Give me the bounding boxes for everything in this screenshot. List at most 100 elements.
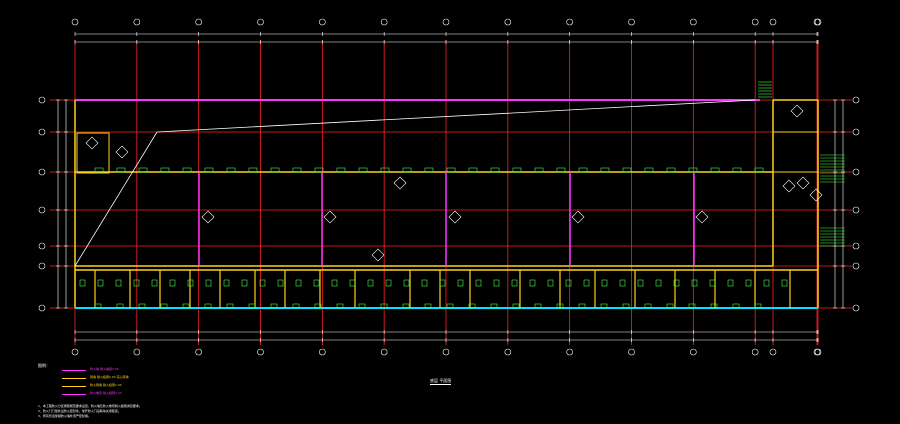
axis-bubble: [195, 348, 202, 356]
axis-bubble: [380, 18, 388, 26]
axis-bubble: [769, 348, 777, 356]
axis-bubble: [690, 18, 697, 26]
equipment-mark: [205, 279, 212, 287]
equipment-mark: [511, 279, 518, 287]
axis-bubble: [257, 18, 264, 26]
fire-door-tag: [393, 176, 407, 190]
plan-title: 底层 平面图: [430, 378, 452, 385]
axis-bubble: [852, 96, 860, 104]
axis-bubble: [71, 18, 79, 26]
equipment-mark: [241, 279, 248, 287]
legend-item: 防火卷帘 耐火极限3.0h: [62, 391, 222, 397]
axis-bubble: [566, 348, 573, 356]
axis-bubble: [751, 18, 759, 26]
axis-bubble: [38, 206, 46, 214]
equipment-mark: [727, 279, 734, 287]
legend-item-label: 隔墙 耐火极限2.0h 实心砖墙: [90, 375, 129, 379]
legend-swatch: [62, 370, 86, 371]
equipment-mark: [367, 279, 374, 287]
floor-plan-drawing: [38, 18, 860, 356]
equipment-mark: [565, 279, 572, 287]
axis-bubble: [769, 18, 777, 26]
fire-door-tag: [782, 179, 796, 193]
equipment-mark: [457, 279, 464, 287]
equipment-mark: [79, 279, 86, 287]
legend-item-label: 防火卷帘 耐火极限3.0h: [90, 391, 122, 395]
equipment-mark: [781, 279, 788, 287]
axis-bubble: [852, 168, 860, 176]
axis-bubble: [38, 304, 46, 312]
legend-swatch: [62, 378, 86, 379]
axis-bubble: [133, 18, 141, 26]
equipment-mark: [97, 279, 104, 287]
axis-bubble: [257, 348, 264, 356]
axis-bubble: [504, 18, 512, 26]
axis-bubble: [38, 96, 46, 104]
axis-bubble: [195, 18, 202, 26]
equipment-mark: [691, 279, 698, 287]
equipment-mark: [151, 279, 158, 287]
fire-door-tag: [796, 176, 810, 190]
equipment-mark: [421, 279, 428, 287]
equipment-mark: [331, 279, 338, 287]
equipment-mark: [313, 279, 320, 287]
note-line: 3、所有管道穿越防火墙处须严密封堵。: [38, 414, 91, 418]
fire-door-tag: [85, 136, 99, 150]
equipment-mark: [115, 279, 122, 287]
enclosure: [76, 132, 110, 174]
fire-door-tag: [448, 210, 462, 224]
axis-bubble: [852, 206, 860, 214]
legend-item: 防火隔墙 耐火极限1.0h: [62, 383, 222, 389]
equipment-mark: [529, 279, 536, 287]
axis-bubble: [38, 242, 46, 250]
equipment-mark: [403, 279, 410, 287]
axis-bubble: [566, 18, 573, 26]
axis-bubble: [751, 348, 759, 356]
axis-bubble: [852, 262, 860, 270]
equipment-mark: [637, 279, 644, 287]
note-line: 2、防火门门缝处设防火密封条，常开防火门设联动关闭装置。: [38, 409, 121, 413]
axis-bubble: [690, 348, 697, 356]
axis-bubble: [319, 18, 326, 26]
fire-door-tag: [323, 210, 337, 224]
axis-bubble: [38, 262, 46, 270]
fire-door-tag: [571, 210, 585, 224]
equipment-mark: [277, 279, 284, 287]
note-line: 1、本工程防火分区按照规范要求设置，防火墙及防火卷帘耐火极限满足要求。: [38, 404, 142, 408]
fire-door-tag: [115, 145, 129, 159]
axis-bubble: [628, 348, 635, 356]
legend-item-label: 防火墙 耐火等级3.0h: [90, 367, 119, 371]
equipment-mark: [655, 279, 662, 287]
equipment-mark: [709, 279, 716, 287]
legend-swatch: [62, 394, 86, 395]
enclosure: [772, 131, 819, 173]
equipment-mark: [547, 279, 554, 287]
equipment-mark: [763, 279, 770, 287]
ramp-line: [156, 99, 756, 133]
axis-bubble: [442, 18, 450, 26]
fire-door-tag: [695, 210, 709, 224]
legend-title: 图例：: [38, 363, 50, 368]
axis-bubble: [38, 128, 46, 136]
equipment-mark: [493, 279, 500, 287]
equipment-mark: [223, 279, 230, 287]
equipment-mark: [475, 279, 482, 287]
legend-swatch: [62, 386, 86, 387]
fire-door-tag: [790, 104, 804, 118]
axis-bubble: [852, 128, 860, 136]
axis-bubble: [38, 168, 46, 176]
axis-bubble: [852, 304, 860, 312]
axis-bubble: [442, 348, 450, 356]
fire-door-tag: [809, 188, 823, 202]
equipment-mark: [619, 279, 626, 287]
fire-door-tag: [201, 210, 215, 224]
equipment-mark: [295, 279, 302, 287]
axis-bubble: [628, 18, 635, 26]
legend-item: 隔墙 耐火极限2.0h 实心砖墙: [62, 375, 222, 381]
equipment-mark: [439, 279, 446, 287]
axis-bubble: [504, 348, 512, 356]
legend-item: 防火墙 耐火等级3.0h: [62, 367, 222, 373]
equipment-mark: [601, 279, 608, 287]
axis-bubble: [852, 242, 860, 250]
equipment-mark: [349, 279, 356, 287]
